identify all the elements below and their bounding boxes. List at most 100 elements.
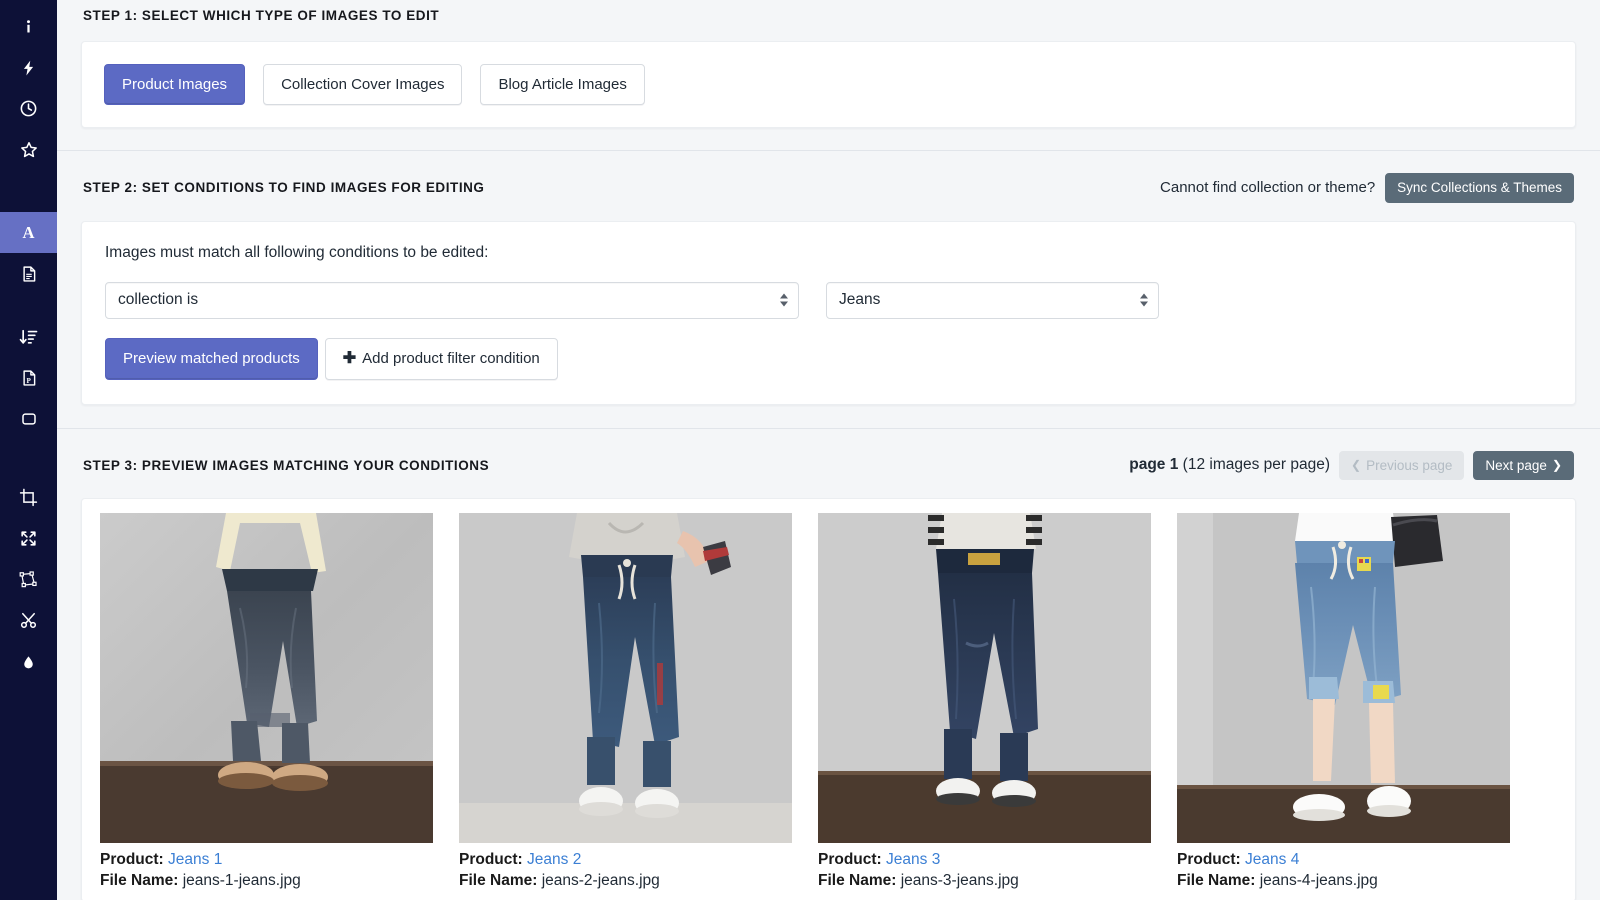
svg-text:A: A bbox=[23, 223, 35, 242]
image-grid-item[interactable]: Product: Jeans 1 File Name: jeans-1-jean… bbox=[100, 513, 433, 891]
filename-value: jeans-1-jeans.jpg bbox=[182, 872, 301, 889]
sidebar-item-info[interactable] bbox=[0, 6, 57, 47]
image-grid-item[interactable]: Product: Jeans 3 File Name: jeans-3-jean… bbox=[818, 513, 1151, 891]
image-type-collection-cover-images-button[interactable]: Collection Cover Images bbox=[263, 64, 463, 105]
step-2-title: STEP 2: SET CONDITIONS TO FIND IMAGES FO… bbox=[83, 180, 485, 196]
sidebar-item-sort[interactable] bbox=[0, 316, 57, 357]
condition-row: collection is Jeans bbox=[105, 281, 1552, 319]
previous-page-button[interactable]: ❮ Previous page bbox=[1339, 450, 1465, 480]
jeans-photo-2 bbox=[459, 513, 792, 843]
product-link[interactable]: Jeans 3 bbox=[886, 851, 940, 868]
add-condition-label: Add product filter condition bbox=[362, 350, 540, 367]
chevron-updown-icon bbox=[1140, 293, 1148, 307]
page-size-note: (12 images per page) bbox=[1182, 456, 1331, 474]
sidebar: A P bbox=[0, 0, 57, 900]
filename-key: File Name: bbox=[1177, 872, 1256, 889]
plus-icon: ✚ bbox=[342, 349, 357, 367]
step-2-section: STEP 2: SET CONDITIONS TO FIND IMAGES FO… bbox=[57, 151, 1600, 405]
chevron-left-icon: ❮ bbox=[1351, 458, 1362, 473]
filename-line: File Name: jeans-1-jeans.jpg bbox=[100, 870, 433, 891]
condition-value-select[interactable]: Jeans bbox=[826, 281, 1159, 319]
product-line: Product: Jeans 3 bbox=[818, 849, 1151, 870]
clock-icon bbox=[19, 99, 38, 118]
step-1-header: STEP 1: SELECT WHICH TYPE OF IMAGES TO E… bbox=[81, 8, 1576, 23]
filename-value: jeans-4-jeans.jpg bbox=[1259, 872, 1378, 889]
pdf-file-icon: P bbox=[20, 368, 38, 388]
image-grid-item[interactable]: Product: Jeans 4 File Name: jeans-4-jean… bbox=[1177, 513, 1510, 891]
resize-arrows-icon bbox=[19, 529, 38, 548]
image-meta: Product: Jeans 2 File Name: jeans-2-jean… bbox=[459, 843, 792, 891]
sort-descending-icon bbox=[19, 327, 39, 347]
product-key: Product: bbox=[1177, 851, 1241, 868]
page-indicator: page 1 (12 images per page) bbox=[1129, 456, 1330, 474]
condition-actions: Preview matched products ✚ Add product f… bbox=[105, 337, 1552, 380]
preview-matched-products-button[interactable]: Preview matched products bbox=[105, 337, 318, 380]
product-thumbnail[interactable] bbox=[1177, 513, 1510, 843]
transform-icon bbox=[18, 570, 39, 589]
image-grid-item[interactable]: Product: Jeans 2 File Name: jeans-2-jean… bbox=[459, 513, 792, 891]
next-page-button[interactable]: Next page ❯ bbox=[1473, 450, 1574, 480]
sidebar-item-frame[interactable] bbox=[0, 398, 57, 439]
image-type-product-images-button[interactable]: Product Images bbox=[104, 64, 246, 105]
step-1-section: STEP 1: SELECT WHICH TYPE OF IMAGES TO E… bbox=[57, 0, 1600, 128]
image-type-selector-card: Product Images Collection Cover Images B… bbox=[81, 41, 1576, 128]
sidebar-item-color[interactable] bbox=[0, 641, 57, 682]
sidebar-item-cut[interactable] bbox=[0, 600, 57, 641]
step-3-title: STEP 3: PREVIEW IMAGES MATCHING YOUR CON… bbox=[83, 457, 490, 473]
chevron-right-icon: ❯ bbox=[1551, 458, 1562, 473]
star-icon bbox=[19, 140, 39, 160]
filename-key: File Name: bbox=[818, 872, 897, 889]
sidebar-item-text-watermark[interactable]: A bbox=[0, 212, 57, 253]
sync-hint-row: Cannot find collection or theme? Sync Co… bbox=[1160, 173, 1574, 203]
sidebar-item-quick-actions[interactable] bbox=[0, 47, 57, 88]
product-line: Product: Jeans 2 bbox=[459, 849, 792, 870]
sidebar-item-history[interactable] bbox=[0, 88, 57, 129]
chevron-updown-icon bbox=[780, 293, 788, 307]
filename-key: File Name: bbox=[459, 872, 538, 889]
jeans-photo-3 bbox=[818, 513, 1151, 843]
image-meta: Product: Jeans 3 File Name: jeans-3-jean… bbox=[818, 843, 1151, 891]
condition-field-value: collection is bbox=[118, 291, 199, 308]
product-key: Product: bbox=[459, 851, 523, 868]
sync-hint-text: Cannot find collection or theme? bbox=[1160, 179, 1376, 197]
image-preview-grid-card: Product: Jeans 1 File Name: jeans-1-jean… bbox=[81, 498, 1576, 900]
add-product-filter-condition-button[interactable]: ✚ Add product filter condition bbox=[324, 337, 558, 380]
scissors-icon bbox=[19, 611, 38, 630]
sidebar-item-favorites[interactable] bbox=[0, 129, 57, 170]
filename-line: File Name: jeans-2-jeans.jpg bbox=[459, 870, 792, 891]
sync-collections-themes-button[interactable]: Sync Collections & Themes bbox=[1385, 173, 1574, 203]
image-type-blog-article-images-button[interactable]: Blog Article Images bbox=[480, 64, 645, 105]
step-3-section: STEP 3: PREVIEW IMAGES MATCHING YOUR CON… bbox=[57, 429, 1600, 900]
product-link[interactable]: Jeans 1 bbox=[168, 851, 222, 868]
rounded-rect-icon bbox=[20, 410, 38, 428]
product-thumbnail[interactable] bbox=[459, 513, 792, 843]
filename-line: File Name: jeans-4-jeans.jpg bbox=[1177, 870, 1510, 891]
sidebar-item-document[interactable] bbox=[0, 253, 57, 294]
svg-text:P: P bbox=[26, 376, 31, 384]
product-thumbnail[interactable] bbox=[818, 513, 1151, 843]
info-icon bbox=[20, 18, 37, 35]
conditions-label: Images must match all following conditio… bbox=[105, 243, 489, 261]
product-key: Product: bbox=[100, 851, 164, 868]
jeans-photo-1 bbox=[100, 513, 433, 843]
image-meta: Product: Jeans 4 File Name: jeans-4-jean… bbox=[1177, 843, 1510, 891]
product-link[interactable]: Jeans 4 bbox=[1245, 851, 1299, 868]
document-icon bbox=[20, 264, 38, 284]
condition-field-select[interactable]: collection is bbox=[105, 281, 799, 319]
jeans-photo-4 bbox=[1177, 513, 1510, 843]
sidebar-item-pdf[interactable]: P bbox=[0, 357, 57, 398]
crop-icon bbox=[19, 488, 38, 507]
sidebar-item-crop[interactable] bbox=[0, 477, 57, 518]
previous-page-label: Previous page bbox=[1366, 457, 1453, 473]
product-thumbnail[interactable] bbox=[100, 513, 433, 843]
next-page-label: Next page bbox=[1485, 457, 1547, 473]
step-3-header: STEP 3: PREVIEW IMAGES MATCHING YOUR CON… bbox=[81, 450, 1576, 480]
condition-value-value: Jeans bbox=[839, 291, 881, 308]
filename-key: File Name: bbox=[100, 872, 179, 889]
filename-value: jeans-3-jeans.jpg bbox=[900, 872, 1019, 889]
sidebar-item-transform[interactable] bbox=[0, 559, 57, 600]
filename-value: jeans-2-jeans.jpg bbox=[541, 872, 660, 889]
product-link[interactable]: Jeans 2 bbox=[527, 851, 581, 868]
main-content: STEP 1: SELECT WHICH TYPE OF IMAGES TO E… bbox=[57, 0, 1600, 900]
sidebar-item-resize[interactable] bbox=[0, 518, 57, 559]
